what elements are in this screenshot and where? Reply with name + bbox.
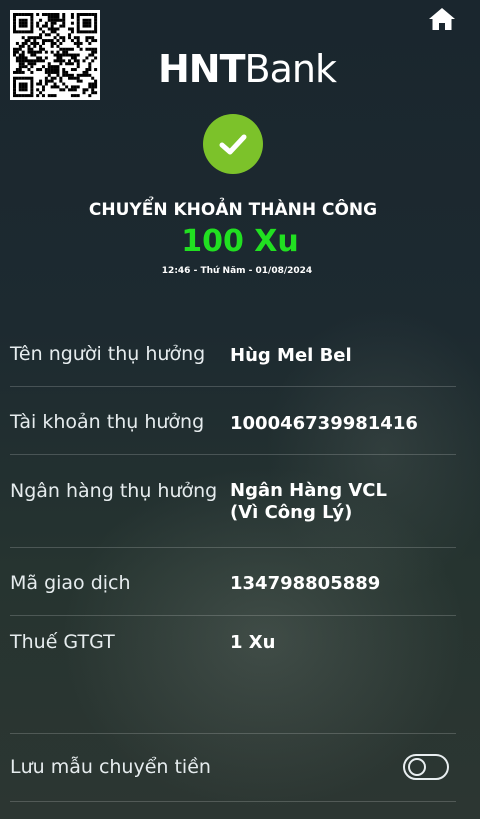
- save-template-toggle[interactable]: [403, 754, 449, 780]
- detail-label: Tài khoản thụ hưởng: [10, 411, 205, 433]
- save-template-label: Lưu mẫu chuyển tiền: [10, 756, 211, 778]
- divider: [10, 733, 456, 734]
- detail-label: Mã giao dịch: [10, 572, 131, 594]
- divider: [10, 454, 456, 455]
- bank-logo: HNTBank: [158, 46, 337, 92]
- logo-text-bold: HNT: [158, 47, 246, 91]
- detail-value: 134798805889: [230, 573, 381, 594]
- toggle-knob: [408, 758, 426, 776]
- success-title: CHUYỂN KHOẢN THÀNH CÔNG: [88, 200, 378, 220]
- transfer-datetime: 12:46 - Thứ Năm - 01/08/2024: [161, 266, 313, 276]
- detail-label: Ngân hàng thụ hưởng: [10, 480, 218, 502]
- divider: [10, 801, 456, 802]
- divider: [10, 547, 456, 548]
- detail-value: 100046739981416: [230, 413, 418, 434]
- qr-code: [10, 10, 100, 100]
- divider: [10, 386, 456, 387]
- home-icon[interactable]: [428, 6, 456, 32]
- detail-value: Hùg Mel Bel: [230, 345, 352, 366]
- check-circle-icon: [203, 114, 263, 174]
- detail-label: Thuế GTGT: [10, 631, 115, 653]
- detail-value: 1 Xu: [230, 632, 276, 653]
- transfer-amount: 100 Xu: [181, 224, 299, 259]
- logo-text-regular: Bank: [244, 47, 337, 91]
- detail-label: Tên người thụ hưởng: [10, 343, 206, 365]
- detail-value: Ngân Hàng VCL (Vì Công Lý): [230, 480, 387, 523]
- divider: [10, 615, 456, 616]
